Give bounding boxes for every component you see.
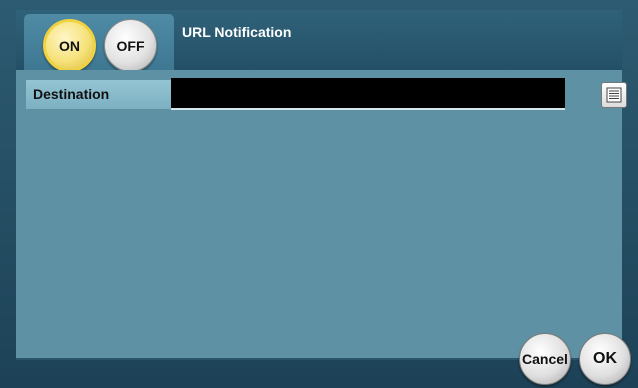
on-button-label: ON [59,37,80,54]
cancel-button-label: Cancel [522,351,568,367]
list-icon [606,87,622,103]
url-notification-screen: ON OFF URL Notification Destination Canc… [0,0,638,388]
destination-label: Destination [26,80,171,109]
header-bar: ON OFF URL Notification [16,10,622,72]
ok-button[interactable]: OK [579,333,631,385]
destination-field[interactable] [171,78,565,110]
off-button[interactable]: OFF [104,19,157,72]
address-list-button[interactable] [601,82,627,108]
ok-button-label: OK [593,350,617,367]
page-title: URL Notification [182,24,292,40]
off-button-label: OFF [116,37,145,54]
settings-panel: Destination [16,70,627,360]
on-off-toggle-group: ON OFF [24,14,174,72]
cancel-button[interactable]: Cancel [519,333,571,385]
on-button[interactable]: ON [43,19,96,72]
